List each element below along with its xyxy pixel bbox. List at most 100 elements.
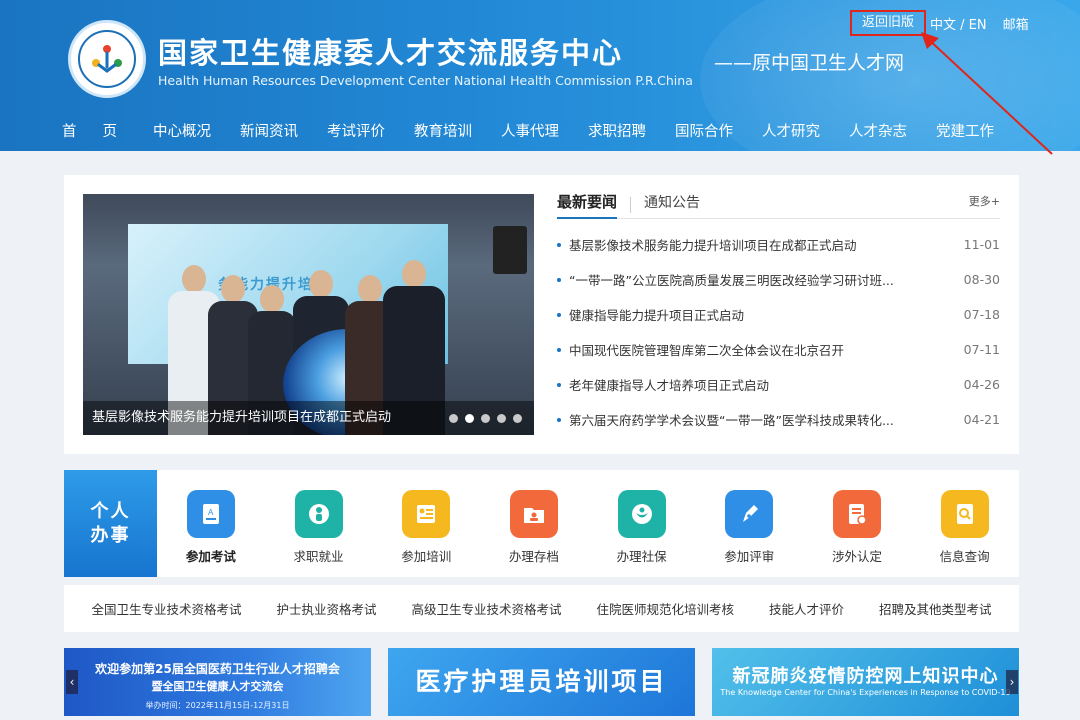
service-label: 参加培训: [401, 549, 452, 564]
service-label: 参加评审: [724, 549, 775, 564]
language-switch[interactable]: 中文 / EN: [930, 14, 987, 33]
site-title: 国家卫生健康委人才交流服务中心: [158, 36, 624, 70]
news-list: 基层影像技术服务能力提升培训项目在成都正式启动 11-01 “一带一路”公立医院高…: [557, 227, 1000, 437]
nav-item-news[interactable]: 新闻资讯: [240, 114, 298, 150]
slide-dots: [449, 414, 522, 423]
logo-emblem-icon: [92, 45, 122, 73]
service-social-security[interactable]: 办理社保: [588, 470, 696, 577]
exam-links: 全国卫生专业技术资格考试 护士执业资格考试 高级卫生专业技术资格考试 住院医师规…: [64, 585, 1019, 632]
bullet-icon: [557, 417, 561, 422]
banner-prev-icon[interactable]: ‹: [66, 670, 78, 694]
banner-date: 举办时间：2022年11月15日-12月31日: [145, 701, 290, 710]
list-item[interactable]: 老年健康指导人才培养项目正式启动 04-26: [557, 367, 1000, 402]
news-panel: 务能力提升培训 基层影像技术服务能力提升培训项目在成都正式启动 最新要闻 通知公…: [64, 175, 1019, 454]
news-title[interactable]: 健康指导能力提升项目正式启动: [569, 305, 960, 324]
news-tabs: 最新要闻 通知公告 更多+: [557, 191, 1000, 219]
nav-item-magazine[interactable]: 人才杂志: [849, 114, 907, 150]
service-label: 求职就业: [293, 549, 344, 564]
service-label: 办理存档: [508, 549, 559, 564]
exam-link[interactable]: 技能人才评价: [769, 599, 844, 618]
news-section: 最新要闻 通知公告 更多+ 基层影像技术服务能力提升培训项目在成都正式启动 11-…: [557, 191, 1000, 437]
news-date: 11-01: [963, 237, 1000, 252]
list-item[interactable]: 健康指导能力提升项目正式启动 07-18: [557, 297, 1000, 332]
list-item[interactable]: 第六届天府药学学术会议暨“一带一路”医学科技成果转化... 04-21: [557, 402, 1000, 437]
personal-services-label: 个人办事: [90, 500, 131, 546]
exam-link[interactable]: 高级卫生专业技术资格考试: [411, 599, 561, 618]
top-links: 返回旧版 中文 / EN 邮箱: [850, 10, 1029, 36]
banner-next-icon[interactable]: ›: [1006, 670, 1018, 694]
old-version-link[interactable]: 返回旧版: [850, 10, 927, 36]
slide-dot[interactable]: [513, 414, 522, 423]
service-label: 参加考试: [185, 549, 236, 564]
bullet-icon: [557, 347, 561, 352]
nav-item-exams[interactable]: 考试评价: [327, 114, 385, 150]
news-title[interactable]: 老年健康指导人才培养项目正式启动: [569, 375, 960, 394]
service-list: A 参加考试 求职就业 参加培训 办理存档 办理社保 参加评审 涉外认定 信息查…: [157, 470, 1019, 577]
banner-subtitle: The Knowledge Center for China's Experie…: [720, 688, 1011, 697]
service-job[interactable]: 求职就业: [265, 470, 373, 577]
nav-item-training[interactable]: 教育培训: [414, 114, 472, 150]
job-person-icon: [294, 490, 343, 538]
slide-dot-active[interactable]: [465, 414, 474, 423]
exam-link[interactable]: 护士执业资格考试: [276, 599, 376, 618]
slide-dot[interactable]: [449, 414, 458, 423]
banner-covid-knowledge[interactable]: 新冠肺炎疫情防控网上知识中心 The Knowledge Center for …: [712, 648, 1019, 716]
list-item[interactable]: 中国现代医院管理智库第二次全体会议在北京召开 07-11: [557, 332, 1000, 367]
service-archive[interactable]: 办理存档: [480, 470, 588, 577]
slide-dot[interactable]: [481, 414, 490, 423]
service-label: 办理社保: [616, 549, 667, 564]
logo-ring: [78, 30, 136, 88]
tab-notices[interactable]: 通知公告: [644, 192, 700, 217]
banner-carousel: 欢迎参加第25届全国医药卫生行业人才招聘会 暨全国卫生健康人才交流会 举办时间：…: [64, 648, 1019, 716]
news-date: 07-11: [963, 342, 1000, 357]
nav-item-international[interactable]: 国际合作: [675, 114, 733, 150]
news-title[interactable]: “一带一路”公立医院高质量发展三明医改经验学习研讨班...: [569, 270, 960, 289]
service-review[interactable]: 参加评审: [695, 470, 803, 577]
bullet-icon: [557, 312, 561, 317]
nav-item-party[interactable]: 党建工作: [936, 114, 994, 150]
more-link[interactable]: 更多+: [969, 193, 1000, 209]
exam-link[interactable]: 全国卫生专业技术资格考试: [91, 599, 241, 618]
slide-speaker: [493, 226, 527, 274]
review-pen-icon: [725, 490, 774, 538]
nav-item-research[interactable]: 人才研究: [762, 114, 820, 150]
banner-title: 新冠肺炎疫情防控网上知识中心: [732, 666, 999, 687]
exam-link[interactable]: 招聘及其他类型考试: [879, 599, 992, 618]
social-security-icon: [617, 490, 666, 538]
tab-latest-news[interactable]: 最新要闻: [557, 191, 618, 219]
tab-divider: [630, 196, 632, 213]
news-date: 04-26: [963, 377, 1000, 392]
list-item[interactable]: “一带一路”公立医院高质量发展三明医改经验学习研讨班... 08-30: [557, 262, 1000, 297]
training-board-icon: [402, 490, 451, 538]
service-info-query[interactable]: 信息查询: [911, 470, 1019, 577]
banner-nursing-training[interactable]: 医疗护理员培训项目: [388, 648, 695, 716]
banner-title: 欢迎参加第25届全国医药卫生行业人才招聘会: [95, 662, 340, 676]
foreign-certify-icon: [832, 490, 881, 538]
archive-folder-icon: [509, 490, 558, 538]
site-title-english: Health Human Resources Development Cente…: [158, 73, 693, 88]
bullet-icon: [557, 277, 561, 282]
list-item[interactable]: 基层影像技术服务能力提升培训项目在成都正式启动 11-01: [557, 227, 1000, 262]
exam-link[interactable]: 住院医师规范化培训考核: [596, 599, 734, 618]
slide-dot[interactable]: [497, 414, 506, 423]
info-search-icon: [940, 490, 989, 538]
site-header: 国家卫生健康委人才交流服务中心 Health Human Resources D…: [0, 0, 1080, 151]
banner-job-fair[interactable]: 欢迎参加第25届全国医药卫生行业人才招聘会 暨全国卫生健康人才交流会 举办时间：…: [64, 648, 371, 716]
service-exam[interactable]: A 参加考试: [157, 470, 265, 577]
main-nav: 首页 中心概况 新闻资讯 考试评价 教育培训 人事代理 求职招聘 国际合作 人才…: [62, 114, 994, 150]
service-training[interactable]: 参加培训: [372, 470, 480, 577]
image-slider[interactable]: 务能力提升培训 基层影像技术服务能力提升培训项目在成都正式启动: [83, 194, 534, 435]
banner-title: 医疗护理员培训项目: [415, 667, 668, 696]
news-date: 08-30: [963, 272, 1000, 287]
service-label: 涉外认定: [831, 549, 882, 564]
site-logo[interactable]: [68, 20, 146, 98]
news-title[interactable]: 基层影像技术服务能力提升培训项目在成都正式启动: [569, 235, 960, 254]
nav-item-personnel[interactable]: 人事代理: [501, 114, 559, 150]
news-title[interactable]: 中国现代医院管理智库第二次全体会议在北京召开: [569, 340, 960, 359]
mail-link[interactable]: 邮箱: [1003, 14, 1029, 33]
service-foreign-certify[interactable]: 涉外认定: [803, 470, 911, 577]
nav-item-home[interactable]: 首页: [62, 114, 143, 150]
nav-item-about[interactable]: 中心概况: [153, 114, 211, 150]
news-title[interactable]: 第六届天府药学学术会议暨“一带一路”医学科技成果转化...: [569, 410, 960, 429]
nav-item-jobs[interactable]: 求职招聘: [588, 114, 646, 150]
